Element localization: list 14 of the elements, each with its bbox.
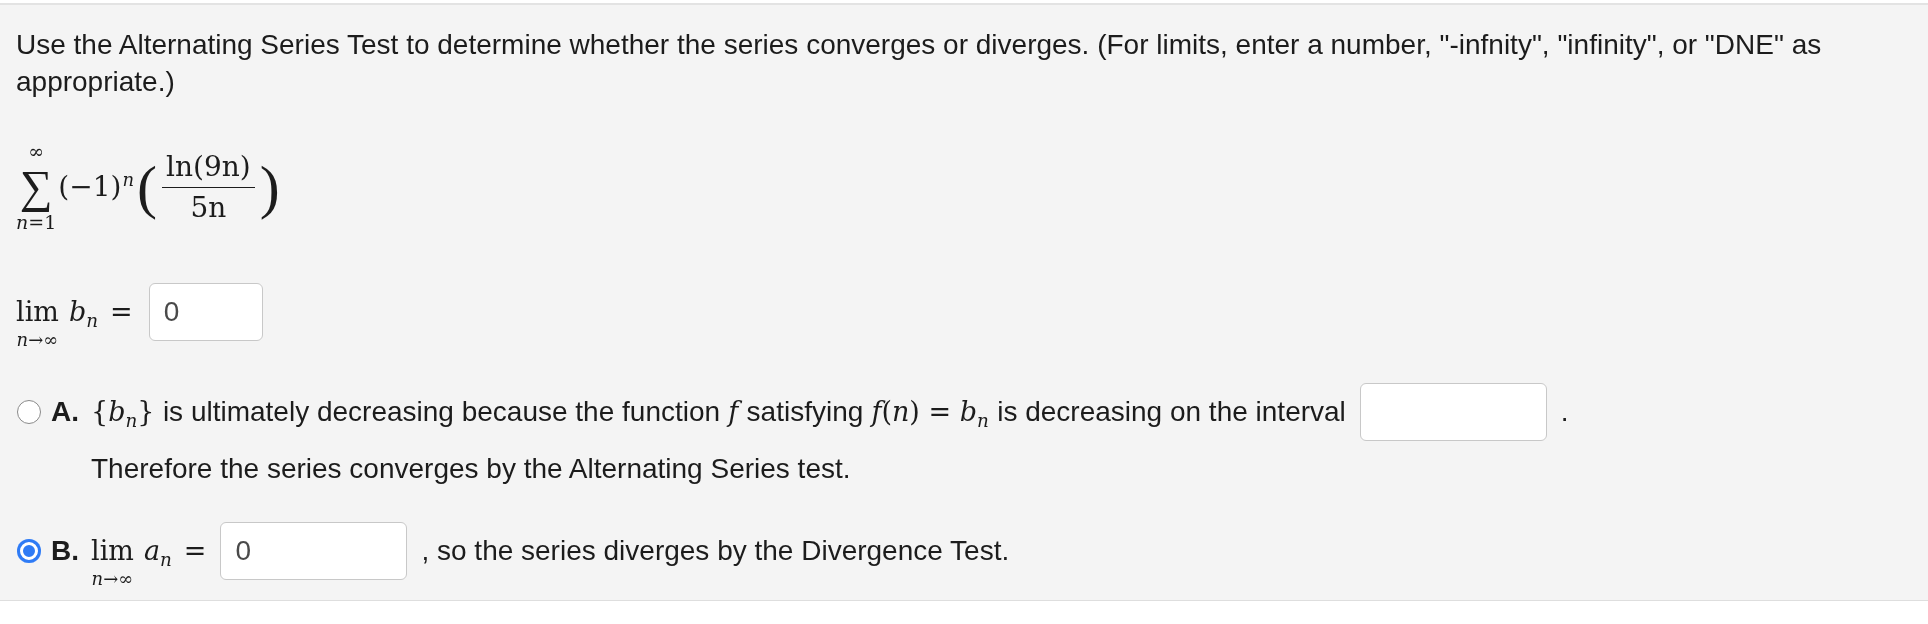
limit-expression: lim n→∞ b$_{n}$ = xyxy=(16,295,133,351)
limit-expression: lim n→∞ a$_{n}$ = xyxy=(91,534,207,590)
option-note: Therefore the series converges by the Alternating Series test. xyxy=(91,453,852,485)
radio-button[interactable] xyxy=(17,400,41,424)
option-label: B. xyxy=(51,535,79,567)
question-text: Use the Alternating Series Test to determine whether the series converges or diverges. (For limits, enter a number, "-infnity", "infinity", or "DNE" as appropriate.) xyxy=(16,28,1823,99)
answer-field[interactable]: 0 xyxy=(220,522,408,580)
answer-field[interactable] xyxy=(1359,383,1547,441)
option-text: . xyxy=(1560,395,1569,429)
option-text: , so the series diverges by the Divergence Test. xyxy=(421,534,1010,568)
option-statement: {b$_{n}$} is ultimately decreasing because the function f satisfying f(n) = b$_{n}$ is decreasing on the interval xyxy=(91,395,1346,429)
option-label: A. xyxy=(51,396,79,428)
radio-button[interactable] xyxy=(17,539,41,563)
answer-field[interactable]: 0 xyxy=(148,283,263,341)
